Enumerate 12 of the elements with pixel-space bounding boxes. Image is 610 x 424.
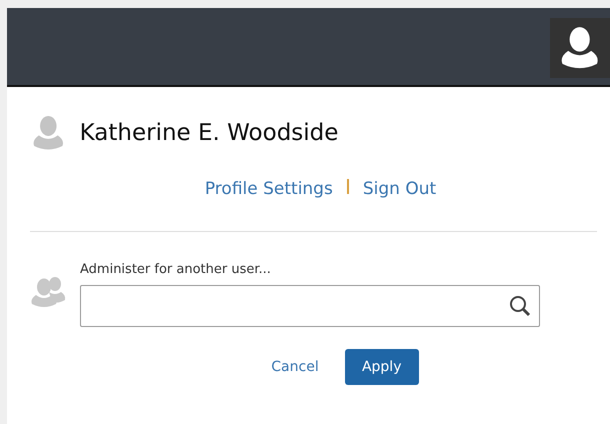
person-icon <box>561 26 599 70</box>
apply-button[interactable]: Apply <box>344 349 419 385</box>
person-icon <box>33 115 64 151</box>
field-label: Administer for another user... <box>80 262 272 277</box>
search-field[interactable] <box>80 285 540 327</box>
link[interactable]: Sign Out <box>362 179 436 199</box>
users-icon <box>30 274 66 310</box>
user-name: Katherine E. Woodside <box>80 120 338 146</box>
link[interactable]: Profile Settings <box>204 179 333 199</box>
search-icon <box>509 295 531 317</box>
avatar-button[interactable] <box>550 18 610 78</box>
cancel-button[interactable]: Cancel <box>271 359 319 375</box>
